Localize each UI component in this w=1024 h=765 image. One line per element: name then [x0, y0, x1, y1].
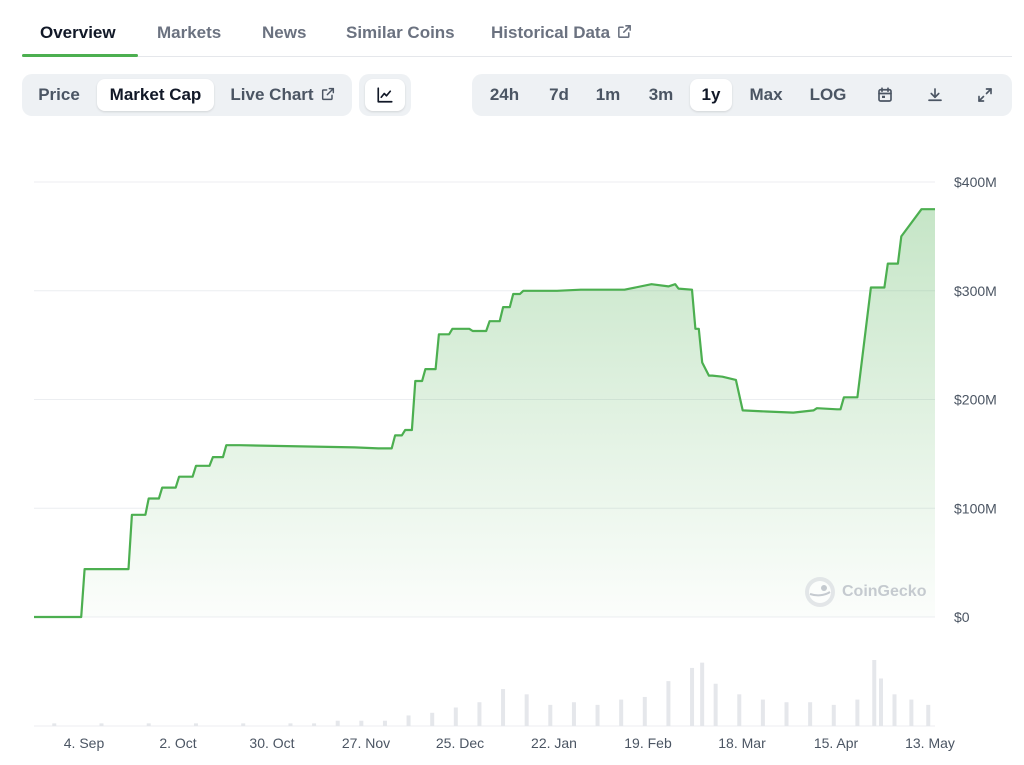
volume-bar: [52, 723, 57, 726]
x-tick-label: 30. Oct: [249, 735, 294, 751]
top-tabs: Overview Markets News Similar Coins Hist…: [22, 14, 1012, 57]
volume-bar: [501, 689, 506, 726]
y-tick-label: $100M: [954, 500, 997, 516]
volume-bar: [382, 720, 387, 726]
volume-bar: [713, 683, 718, 726]
external-link-icon: [618, 25, 631, 38]
volume-bar: [642, 696, 647, 726]
volume-bar: [666, 681, 671, 726]
volume-bar: [595, 704, 600, 726]
fullscreen-button[interactable]: [966, 79, 1004, 111]
range-3m[interactable]: 3m: [640, 79, 682, 111]
volume-bar: [737, 694, 742, 726]
volume-bar: [524, 694, 529, 726]
expand-icon: [978, 88, 992, 102]
range-selector: 24h 7d 1m 3m 1y Max LOG: [472, 74, 1012, 116]
external-link-icon: [321, 87, 334, 101]
volume-bar: [430, 712, 435, 726]
active-tab-underline: [22, 54, 138, 57]
range-24h[interactable]: 24h: [482, 79, 527, 111]
volume-bar: [879, 678, 884, 726]
volume-bar: [571, 702, 576, 726]
volume-bars: [52, 660, 931, 726]
download-button[interactable]: [916, 79, 954, 111]
line-chart-icon: [377, 87, 393, 103]
x-axis-ticks: 4. Sep 2. Oct 30. Oct 27. Nov 25. Dec 22. Jan…: [64, 735, 955, 751]
volume-bar: [700, 662, 705, 726]
volume-bar: [926, 704, 931, 726]
volume-bar: [453, 707, 458, 726]
line-chart-button[interactable]: [365, 79, 405, 111]
log-scale-toggle[interactable]: LOG: [802, 79, 854, 111]
coingecko-logo-icon: [805, 577, 835, 607]
volume-bar: [831, 704, 836, 726]
y-tick-label: $0: [954, 609, 970, 625]
tab-historical-data[interactable]: Historical Data: [491, 23, 633, 43]
volume-bar: [477, 702, 482, 726]
coingecko-watermark: CoinGecko: [804, 576, 926, 608]
y-tick-label: $300M: [954, 283, 997, 299]
range-max[interactable]: Max: [740, 79, 792, 111]
tab-historical-data-label: Historical Data: [491, 23, 611, 42]
market-cap-tab[interactable]: Market Cap: [97, 79, 214, 111]
metric-selector: Price Market Cap Live Chart: [22, 74, 352, 116]
volume-bar: [892, 694, 897, 726]
range-1y[interactable]: 1y: [690, 79, 732, 111]
x-tick-label: 2. Oct: [159, 735, 196, 751]
volume-bar: [99, 723, 104, 726]
volume-bar: [909, 699, 914, 726]
watermark-label: CoinGecko: [842, 583, 927, 600]
volume-bar: [690, 667, 695, 726]
tab-overview[interactable]: Overview: [40, 23, 116, 43]
x-tick-label: 19. Feb: [624, 735, 672, 751]
live-chart-label: Live Chart: [230, 85, 314, 104]
volume-bar: [619, 699, 624, 726]
volume-bar: [808, 702, 813, 726]
range-7d[interactable]: 7d: [538, 79, 580, 111]
live-chart-link[interactable]: Live Chart: [222, 79, 344, 111]
volume-bar: [335, 720, 340, 726]
x-tick-label: 13. May: [905, 735, 955, 751]
x-tick-label: 22. Jan: [531, 735, 577, 751]
market-cap-chart[interactable]: $0 $100M $200M $300M $400M 4. Sep 2. Oct 30. O…: [0, 150, 1024, 765]
x-tick-label: 15. Apr: [814, 735, 859, 751]
volume-bar: [760, 699, 765, 726]
volume-bar: [359, 720, 364, 726]
volume-bar: [872, 660, 877, 726]
volume-bar: [146, 723, 151, 726]
market-cap-area: [34, 209, 935, 617]
x-tick-label: 18. Mar: [718, 735, 766, 751]
date-picker-button[interactable]: [866, 79, 904, 111]
tab-news[interactable]: News: [262, 23, 306, 43]
volume-bar: [855, 699, 860, 726]
tab-markets[interactable]: Markets: [157, 23, 221, 43]
x-tick-label: 25. Dec: [436, 735, 484, 751]
volume-bar: [784, 702, 789, 726]
volume-bar: [193, 723, 198, 726]
x-tick-label: 4. Sep: [64, 735, 105, 751]
volume-bar: [241, 723, 246, 726]
chart-type-selector: [359, 74, 411, 116]
y-tick-label: $200M: [954, 392, 997, 408]
y-tick-label: $400M: [954, 174, 997, 190]
volume-bar: [288, 723, 293, 726]
range-1m[interactable]: 1m: [588, 79, 628, 111]
volume-bar: [406, 715, 411, 726]
x-tick-label: 27. Nov: [342, 735, 390, 751]
download-icon: [928, 88, 942, 102]
volume-bar: [548, 704, 553, 726]
price-tab[interactable]: Price: [28, 79, 90, 111]
y-axis-ticks: $0 $100M $200M $300M $400M: [954, 174, 997, 625]
tab-similar-coins[interactable]: Similar Coins: [346, 23, 455, 43]
calendar-icon: [878, 87, 892, 102]
volume-bar: [312, 723, 317, 726]
